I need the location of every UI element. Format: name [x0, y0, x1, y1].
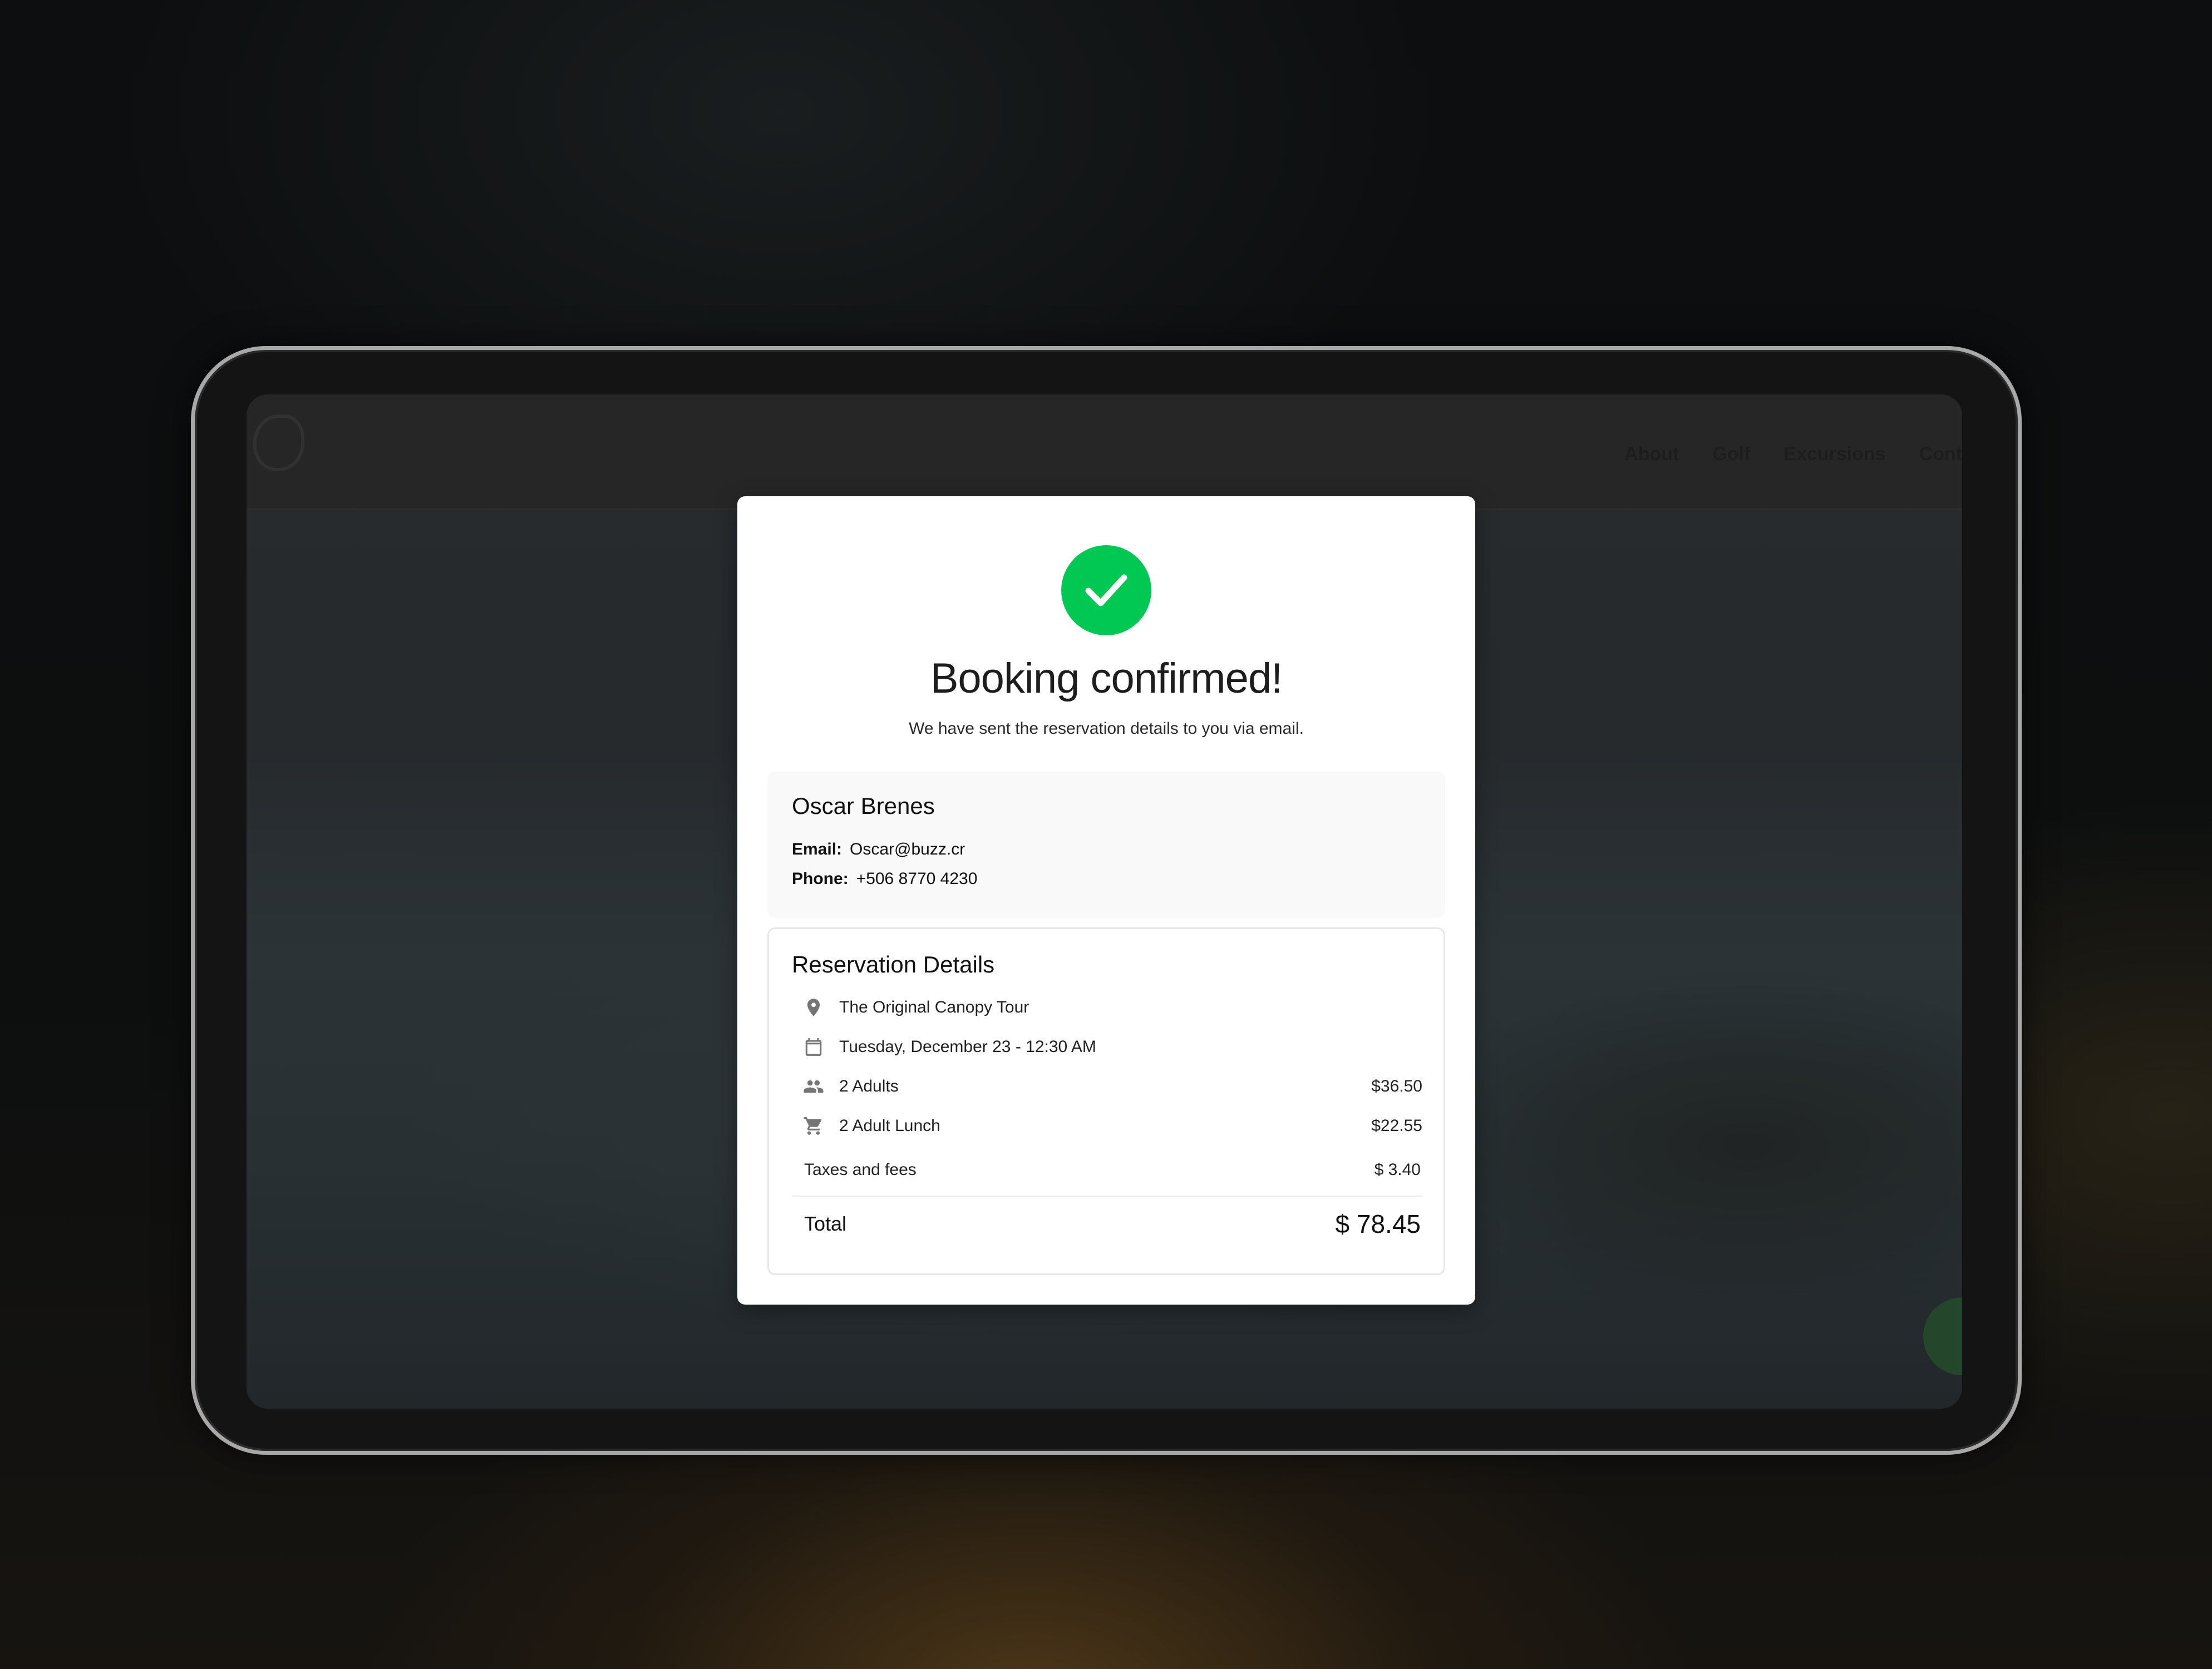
detail-row-tour: The Original Canopy Tour — [792, 992, 1422, 1022]
calendar-icon — [805, 1038, 822, 1056]
customer-card: Oscar Brenes Email: Oscar@buzz.cr Phone: +… — [767, 772, 1445, 918]
reservation-details-card: Reservation Details The Original Canopy … — [767, 927, 1445, 1275]
taxes-fees-label: Taxes and fees — [804, 1161, 917, 1179]
email-label: Email: — [792, 840, 843, 858]
reservation-details-title: Reservation Details — [792, 951, 995, 977]
location-pin-icon — [807, 999, 820, 1016]
modal-subtitle: We have sent the reservation details to … — [909, 719, 1304, 738]
total-label: Total — [804, 1212, 847, 1235]
check-icon — [1061, 545, 1151, 635]
customer-phone: +506 8770 4230 — [856, 870, 978, 888]
tour-name: The Original Canopy Tour — [839, 998, 1029, 1016]
nav-link-golf[interactable]: Golf — [1712, 443, 1750, 465]
customer-phone-row: Phone: +506 8770 4230 — [792, 870, 977, 888]
lunch-label: 2 Adult Lunch — [839, 1117, 940, 1135]
divider — [792, 1196, 1422, 1197]
taxes-fees-value: $ 3.40 — [1374, 1161, 1421, 1179]
phone-label: Phone: — [792, 870, 849, 888]
cart-icon — [804, 1117, 822, 1135]
nav-link-contact[interactable]: Cont — [1919, 443, 1962, 465]
detail-row-adults: 2 Adults $36.50 — [792, 1071, 1422, 1101]
nav-link-excursions[interactable]: Excursions — [1784, 443, 1885, 465]
customer-email: Oscar@buzz.cr — [850, 840, 965, 858]
site-logo — [253, 414, 304, 471]
detail-row-lunch: 2 Adult Lunch $22.55 — [792, 1110, 1422, 1140]
customer-name: Oscar Brenes — [792, 793, 935, 819]
site-nav: About Golf Excursions Cont — [1624, 443, 1962, 465]
site-header: About Golf Excursions Cont — [247, 394, 1962, 510]
people-icon — [804, 1080, 824, 1093]
booking-date: Tuesday, December 23 - 12:30 AM — [839, 1038, 1096, 1056]
adults-label: 2 Adults — [839, 1077, 899, 1095]
booking-confirmation-modal: Booking confirmed! We have sent the rese… — [737, 496, 1475, 1305]
chat-button[interactable] — [1923, 1297, 1962, 1375]
lunch-price: $22.55 — [1371, 1117, 1422, 1135]
nav-link-about[interactable]: About — [1624, 443, 1679, 465]
modal-title: Booking confirmed! — [930, 655, 1283, 702]
total-value: $ 78.45 — [1335, 1209, 1421, 1238]
detail-row-date: Tuesday, December 23 - 12:30 AM — [792, 1031, 1422, 1061]
customer-email-row: Email: Oscar@buzz.cr — [792, 840, 965, 859]
adults-price: $36.50 — [1371, 1077, 1422, 1095]
